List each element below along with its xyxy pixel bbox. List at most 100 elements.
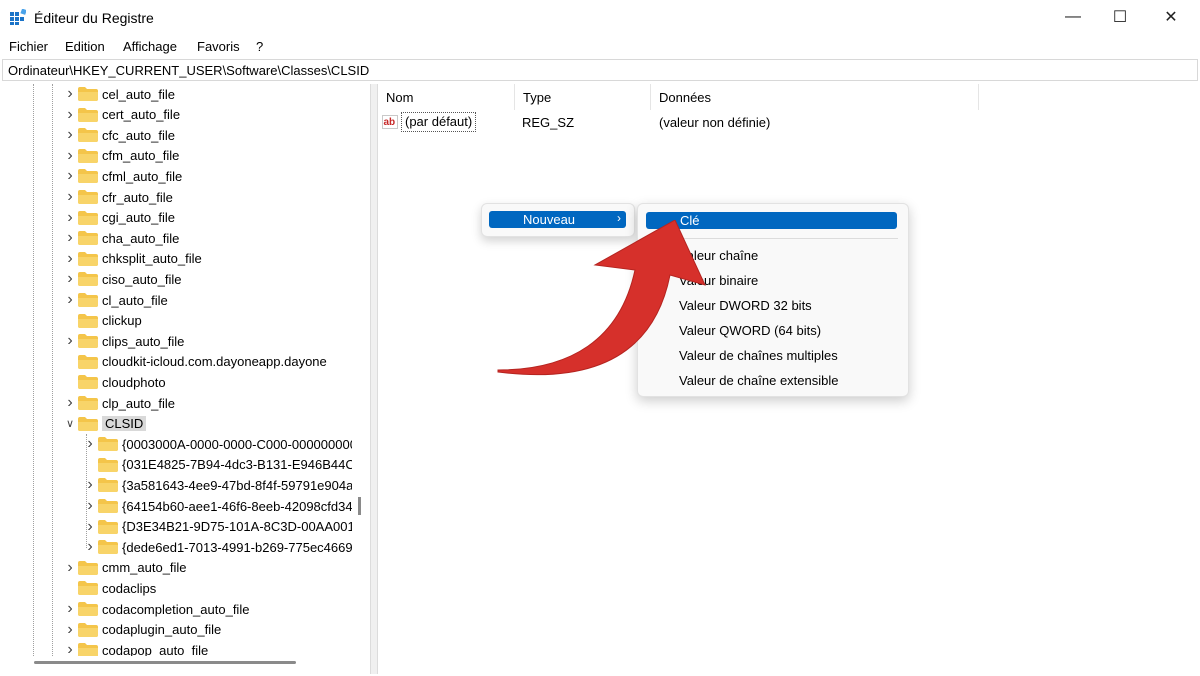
folder-icon — [98, 499, 118, 513]
tree-item-label: ciso_auto_file — [102, 271, 182, 287]
menu-help[interactable]: ? — [256, 39, 263, 54]
column-header-type[interactable]: Type — [515, 84, 651, 110]
tree-item[interactable]: cloudkit-icloud.com.dayoneapp.dayone — [62, 352, 327, 372]
title-bar[interactable]: Éditeur du Registre — ☐ ✕ — [0, 0, 1200, 36]
tree-item[interactable]: › cl_auto_file — [62, 290, 167, 310]
tree-item[interactable]: ∨ CLSID — [62, 414, 147, 434]
menu-affichage[interactable]: Affichage — [123, 39, 177, 54]
folder-icon — [78, 581, 98, 596]
folder-icon — [78, 128, 98, 143]
chevron-right-icon[interactable]: › — [82, 537, 98, 557]
tree-item-label: cfm_auto_file — [102, 148, 180, 164]
chevron-right-icon[interactable]: › — [62, 125, 78, 145]
folder-icon — [78, 313, 98, 328]
tree-item-label: cha_auto_file — [102, 230, 180, 246]
value-name[interactable]: (par défaut) — [401, 112, 477, 132]
column-header-name[interactable]: Nom — [378, 84, 515, 110]
tree-item[interactable]: › cel_auto_file — [62, 84, 175, 104]
tree-item-label: CLSID — [102, 416, 147, 432]
tree-item[interactable]: › cha_auto_file — [62, 228, 179, 248]
chevron-right-icon[interactable]: › — [62, 599, 78, 619]
tree-item[interactable]: › cgi_auto_file — [62, 208, 175, 228]
chevron-right-icon[interactable]: › — [62, 105, 78, 125]
chevron-right-icon[interactable]: › — [62, 187, 78, 207]
tree-item[interactable]: › cfml_auto_file — [62, 166, 182, 186]
registry-app-icon — [10, 8, 27, 25]
value-row[interactable]: ab (par défaut) REG_SZ (valeur non défin… — [378, 112, 978, 134]
folder-icon — [78, 231, 98, 246]
chevron-right-icon[interactable]: › — [62, 290, 78, 310]
menu-fichier[interactable]: Fichier — [9, 39, 48, 54]
folder-icon — [98, 540, 118, 555]
chevron-right-icon[interactable]: › — [62, 640, 78, 656]
chevron-right-icon[interactable]: › — [82, 475, 98, 495]
chevron-right-icon[interactable]: › — [62, 393, 78, 413]
folder-icon — [78, 396, 98, 410]
tree-item[interactable]: › ciso_auto_file — [62, 269, 182, 289]
address-bar[interactable]: Ordinateur\HKEY_CURRENT_USER\Software\Cl… — [2, 59, 1198, 81]
folder-icon — [78, 210, 98, 225]
tree-item[interactable]: › cert_auto_file — [62, 105, 180, 125]
folder-icon — [78, 416, 98, 431]
tree-child-item[interactable]: › {64154b60-aee1-46f6-8eeb-42098cfd34e4} — [82, 496, 352, 516]
tree-item[interactable]: › codapop_auto_file — [62, 640, 208, 656]
tree-child-item[interactable]: › {0003000A-0000-0000-C000-000000000046} — [82, 434, 352, 454]
folder-icon — [78, 622, 98, 637]
tree-horizontal-scrollbar[interactable] — [4, 656, 352, 672]
minimize-button[interactable]: — — [1050, 0, 1096, 34]
chevron-right-icon[interactable]: › — [82, 434, 98, 454]
chevron-right-icon[interactable]: › — [62, 84, 78, 104]
chevron-right-icon[interactable]: › — [62, 228, 78, 248]
tree-child-item[interactable]: {031E4825-7B94-4dc3-B131-E946B44C8DD5} — [82, 455, 352, 475]
tree-item-label: cloudkit-icloud.com.dayoneapp.dayone — [102, 354, 327, 370]
tree-item-label: {0003000A-0000-0000-C000-000000000046} — [122, 436, 352, 452]
tree-vertical-scrollbar[interactable] — [358, 497, 361, 515]
tree-item[interactable]: › cfc_auto_file — [62, 125, 175, 145]
tree-item-label: cgi_auto_file — [102, 210, 175, 226]
registry-editor-window: Éditeur du Registre — ☐ ✕ Fichier Editio… — [0, 0, 1200, 676]
menu-edition[interactable]: Edition — [65, 39, 105, 54]
tree-item[interactable]: › codacompletion_auto_file — [62, 599, 249, 619]
column-header-data[interactable]: Données — [651, 84, 979, 110]
chevron-right-icon[interactable]: › — [62, 166, 78, 186]
chevron-right-icon[interactable]: › — [62, 146, 78, 166]
tree-child-item[interactable]: › {3a581643-4ee9-47bd-8f4f-59791e904a1c} — [82, 475, 352, 495]
tree-item[interactable]: codaclips — [62, 578, 156, 598]
chevron-right-icon[interactable]: › — [62, 269, 78, 289]
tree-item-label: {dede6ed1-7013-4991-b269-775ec46695f8} — [122, 539, 352, 555]
chevron-right-icon[interactable]: › — [62, 620, 78, 640]
folder-icon — [98, 457, 118, 472]
menu-favoris[interactable]: Favoris — [197, 39, 240, 54]
chevron-right-icon[interactable]: › — [62, 208, 78, 228]
folder-icon — [98, 437, 118, 452]
tree-guide-line — [33, 84, 34, 656]
key-tree[interactable]: › cel_auto_file › cert_auto_file › cfc_auto_f… — [4, 84, 352, 656]
tree-item[interactable]: clickup — [62, 311, 142, 331]
tree-item[interactable]: › clp_auto_file — [62, 393, 175, 413]
folder-icon — [78, 107, 98, 122]
chevron-right-icon[interactable]: › — [62, 558, 78, 578]
tree-item[interactable]: › cfm_auto_file — [62, 146, 179, 166]
folder-icon — [78, 87, 98, 101]
chevron-right-icon[interactable]: › — [62, 249, 78, 269]
folder-icon — [78, 190, 98, 204]
chevron-right-icon[interactable]: › — [82, 496, 98, 516]
folder-icon — [78, 293, 98, 307]
tree-child-item[interactable]: › {D3E34B21-9D75-101A-8C3D-00AA001A1652} — [82, 517, 352, 537]
tree-item[interactable]: cloudphoto — [62, 372, 166, 392]
chevron-down-icon[interactable]: ∨ — [62, 414, 78, 434]
tree-item[interactable]: › chksplit_auto_file — [62, 249, 201, 269]
tree-item[interactable]: › clips_auto_file — [62, 331, 184, 351]
tree-child-item[interactable]: › {dede6ed1-7013-4991-b269-775ec46695f8} — [82, 537, 352, 557]
maximize-button[interactable]: ☐ — [1097, 0, 1143, 34]
close-button[interactable]: ✕ — [1148, 0, 1194, 34]
chevron-right-icon[interactable]: › — [82, 517, 98, 537]
chevron-right-icon[interactable]: › — [62, 331, 78, 351]
tree-item[interactable]: › cfr_auto_file — [62, 187, 173, 207]
window-title: Éditeur du Registre — [34, 10, 154, 26]
tree-item[interactable]: › cmm_auto_file — [62, 558, 186, 578]
scrollbar-thumb[interactable] — [34, 661, 296, 664]
tree-guide-line — [52, 84, 53, 656]
tree-item[interactable]: › codaplugin_auto_file — [62, 620, 221, 640]
pane-splitter[interactable] — [370, 84, 378, 674]
